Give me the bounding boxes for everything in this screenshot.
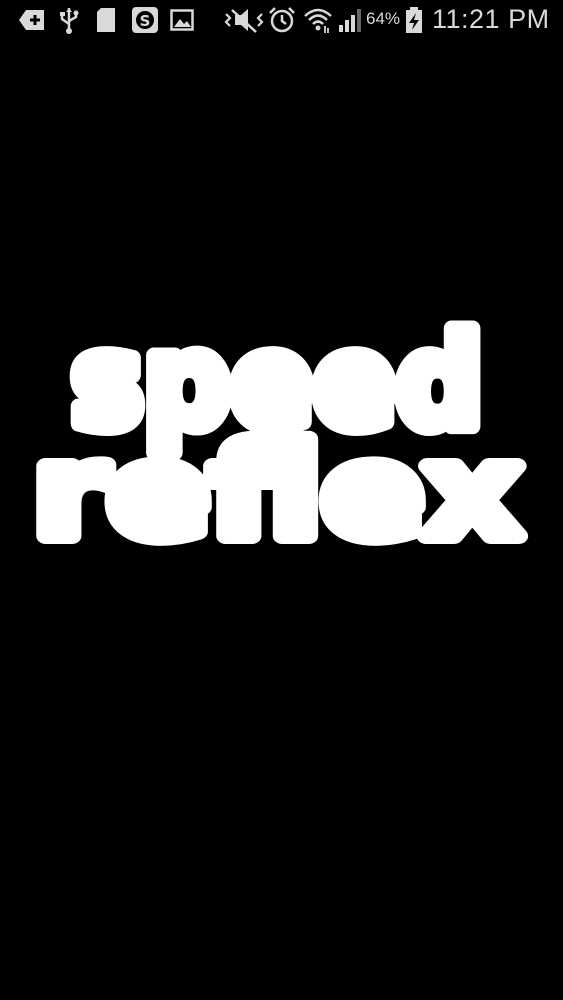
add-notification-icon [19,10,44,30]
battery-percent: 64% [366,9,401,28]
status-bar: S 64% 11:21 PM [0,0,563,38]
battery-charging-icon [406,7,422,33]
logo-line-reflex: reflex [33,418,521,567]
splash-screen[interactable]: speed reflex [0,38,563,1000]
usb-icon [60,8,79,34]
sd-card-icon [97,8,115,32]
signal-icon [339,9,361,32]
svg-text:S: S [140,12,151,30]
alarm-icon [269,7,295,33]
app-logo: speed reflex [25,300,529,575]
mute-icon [224,9,264,33]
gallery-icon [170,9,194,31]
wifi-icon [304,8,332,33]
clock: 11:21 PM [432,4,550,34]
skype-icon: S [132,7,158,33]
